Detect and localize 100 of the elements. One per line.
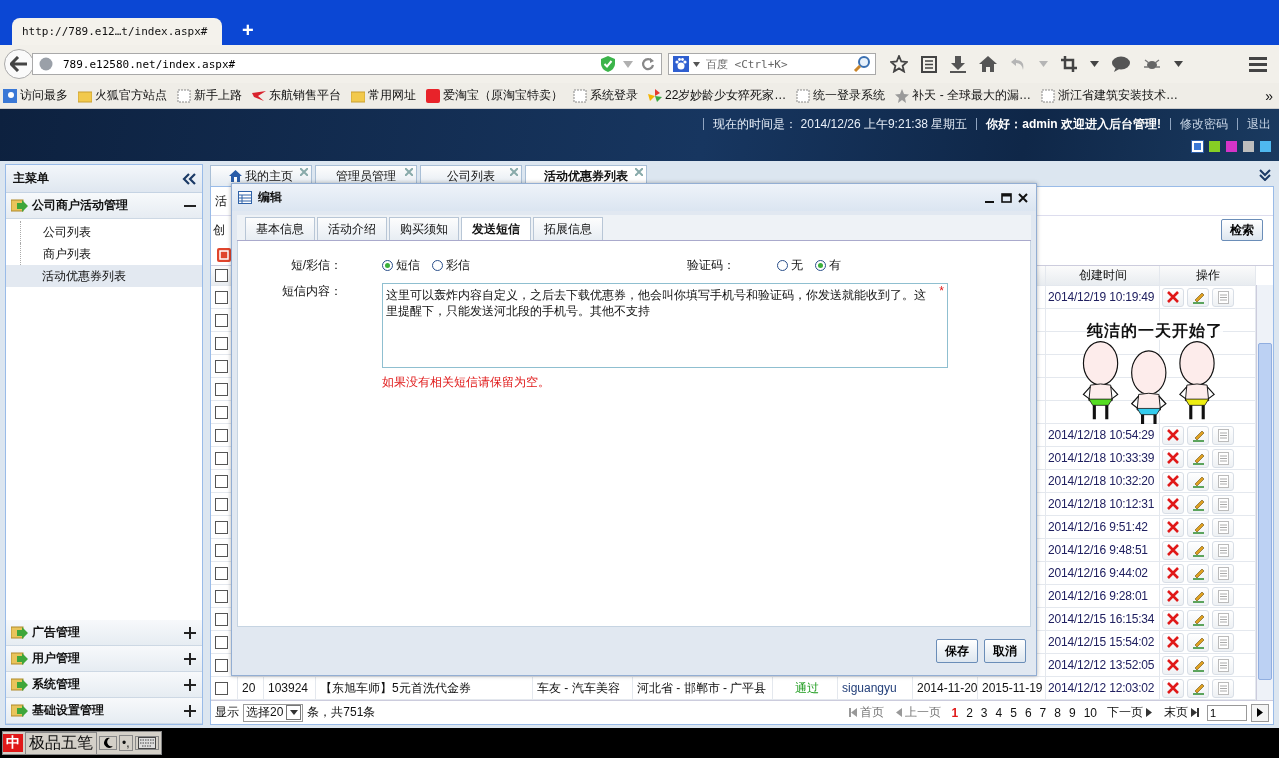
select-all-checkbox[interactable] bbox=[215, 269, 228, 283]
last-page-link[interactable]: 末页 bbox=[1164, 704, 1199, 722]
row-checkbox[interactable] bbox=[215, 359, 228, 373]
menu-icon[interactable] bbox=[1249, 56, 1267, 72]
theme-swatch[interactable] bbox=[1226, 141, 1237, 152]
row-checkbox[interactable] bbox=[215, 313, 228, 327]
scrollbar[interactable] bbox=[1256, 285, 1273, 701]
page-input[interactable]: 1 bbox=[1207, 704, 1247, 721]
row-checkbox[interactable] bbox=[215, 635, 228, 649]
plus-icon[interactable] bbox=[184, 652, 196, 665]
delete-button[interactable] bbox=[1162, 448, 1184, 468]
row-checkbox[interactable] bbox=[215, 520, 228, 534]
delete-button[interactable] bbox=[1162, 494, 1184, 514]
chat-icon[interactable] bbox=[1112, 56, 1130, 72]
radio-option[interactable]: 短信 bbox=[382, 256, 420, 274]
search-bar[interactable]: 百度 <Ctrl+K> bbox=[668, 53, 876, 75]
row-checkbox[interactable] bbox=[215, 405, 228, 419]
dialog-button[interactable]: 取消 bbox=[984, 639, 1026, 663]
edit-button[interactable] bbox=[1187, 425, 1209, 445]
header-link[interactable]: 修改密码 bbox=[1180, 116, 1228, 133]
scroll-tabs-icon[interactable] bbox=[1259, 169, 1271, 181]
bookmark[interactable]: 东航销售平台 bbox=[252, 87, 341, 104]
home-icon[interactable] bbox=[979, 56, 997, 72]
sidebar-item[interactable]: 活动优惠券列表 bbox=[6, 265, 202, 287]
delete-button[interactable] bbox=[1162, 517, 1184, 537]
radio-option[interactable]: 彩信 bbox=[432, 256, 470, 274]
page-number-link[interactable]: 4 bbox=[995, 705, 1003, 720]
menu-group[interactable]: 基础设置管理 bbox=[6, 698, 202, 724]
edit-button[interactable] bbox=[1187, 540, 1209, 560]
bookmark[interactable]: 补天 - 全球最大的漏… bbox=[895, 87, 1032, 104]
bookmark[interactable]: 爱淘宝（原淘宝特卖） bbox=[426, 87, 563, 104]
dialog-tab[interactable]: 活动介绍 bbox=[317, 217, 387, 240]
plus-icon[interactable] bbox=[184, 626, 196, 639]
edit-button[interactable] bbox=[1187, 655, 1209, 675]
collapse-icon[interactable] bbox=[182, 172, 196, 185]
bookmark[interactable]: 访问最多 bbox=[3, 87, 68, 104]
edit-button[interactable] bbox=[1187, 632, 1209, 652]
dropdown-button[interactable] bbox=[286, 705, 302, 721]
edit-button[interactable] bbox=[1187, 517, 1209, 537]
dialog-tab[interactable]: 购买须知 bbox=[389, 217, 459, 240]
delete-button[interactable] bbox=[1162, 586, 1184, 606]
edit-button[interactable] bbox=[1187, 494, 1209, 514]
search-button[interactable]: 检索 bbox=[1221, 219, 1263, 242]
row-checkbox[interactable] bbox=[215, 382, 228, 396]
dropdown-icon[interactable] bbox=[1174, 61, 1183, 67]
edit-button[interactable] bbox=[1187, 586, 1209, 606]
theme-swatch[interactable] bbox=[1243, 141, 1254, 152]
more-bookmarks-button[interactable]: » bbox=[1265, 87, 1273, 104]
theme-swatch[interactable] bbox=[1209, 141, 1220, 152]
dialog-tab[interactable]: 基本信息 bbox=[245, 217, 315, 240]
row-checkbox[interactable] bbox=[215, 474, 228, 488]
ime-name[interactable]: 极品五笔 bbox=[25, 731, 97, 755]
first-page-link[interactable]: 首页 bbox=[849, 704, 885, 722]
menu-group[interactable]: 用户管理 bbox=[6, 646, 202, 672]
column-header[interactable]: 操作 bbox=[1160, 266, 1256, 286]
edit-button[interactable] bbox=[1187, 287, 1209, 307]
row-checkbox[interactable] bbox=[215, 589, 228, 603]
page-number-link[interactable]: 1 bbox=[951, 705, 959, 720]
reload-icon[interactable] bbox=[641, 57, 655, 71]
new-tab-button[interactable]: + bbox=[242, 19, 254, 42]
next-page-link[interactable]: 下一页 bbox=[1107, 704, 1152, 722]
plus-icon[interactable] bbox=[184, 678, 196, 691]
row-checkbox[interactable] bbox=[215, 612, 228, 626]
row-checkbox[interactable] bbox=[215, 336, 228, 350]
go-button[interactable] bbox=[1251, 703, 1269, 722]
radio-option[interactable]: 无 bbox=[777, 256, 803, 274]
menu-group[interactable]: 系统管理 bbox=[6, 672, 202, 698]
browser-tab[interactable]: http://789.e12…t/index.aspx# bbox=[12, 18, 222, 45]
row-checkbox[interactable] bbox=[215, 543, 228, 557]
bookmark[interactable]: 系统登录 bbox=[573, 87, 638, 104]
ime-mode-icon[interactable]: 中 bbox=[3, 734, 23, 752]
delete-button[interactable] bbox=[1162, 425, 1184, 445]
page-number-link[interactable]: 5 bbox=[1010, 705, 1017, 720]
delete-button[interactable] bbox=[1162, 287, 1184, 307]
delete-button[interactable] bbox=[1162, 655, 1184, 675]
close-icon[interactable] bbox=[1018, 192, 1028, 203]
delete-button[interactable] bbox=[1162, 540, 1184, 560]
dialog-button[interactable]: 保存 bbox=[936, 639, 978, 663]
plus-icon[interactable] bbox=[184, 704, 196, 717]
edit-button[interactable] bbox=[1187, 448, 1209, 468]
toolbar-icon[interactable] bbox=[217, 247, 231, 262]
row-checkbox[interactable] bbox=[215, 428, 228, 442]
star-icon[interactable] bbox=[890, 55, 908, 73]
row-checkbox[interactable] bbox=[215, 566, 228, 580]
row-checkbox[interactable] bbox=[215, 681, 228, 695]
theme-swatch[interactable] bbox=[1260, 141, 1271, 152]
delete-button[interactable] bbox=[1162, 609, 1184, 629]
edit-button[interactable] bbox=[1187, 563, 1209, 583]
menu-group[interactable]: 公司商户活动管理 bbox=[6, 193, 202, 219]
column-header[interactable]: 创建时间 bbox=[1046, 266, 1160, 286]
edit-button[interactable] bbox=[1187, 678, 1209, 698]
bookmark[interactable]: 火狐官方站点 bbox=[78, 87, 167, 104]
bookmark[interactable]: 浙江省建筑安装技术… bbox=[1041, 87, 1179, 104]
theme-swatch[interactable] bbox=[1192, 141, 1203, 152]
bookmark[interactable]: 22岁妙龄少女猝死家… bbox=[648, 87, 787, 104]
header-link[interactable]: 退出 bbox=[1247, 116, 1271, 133]
bookmark[interactable]: 新手上路 bbox=[177, 87, 242, 104]
crop-icon[interactable] bbox=[1061, 56, 1077, 72]
row-checkbox[interactable] bbox=[215, 497, 228, 511]
page-number-link[interactable]: 10 bbox=[1083, 705, 1097, 720]
